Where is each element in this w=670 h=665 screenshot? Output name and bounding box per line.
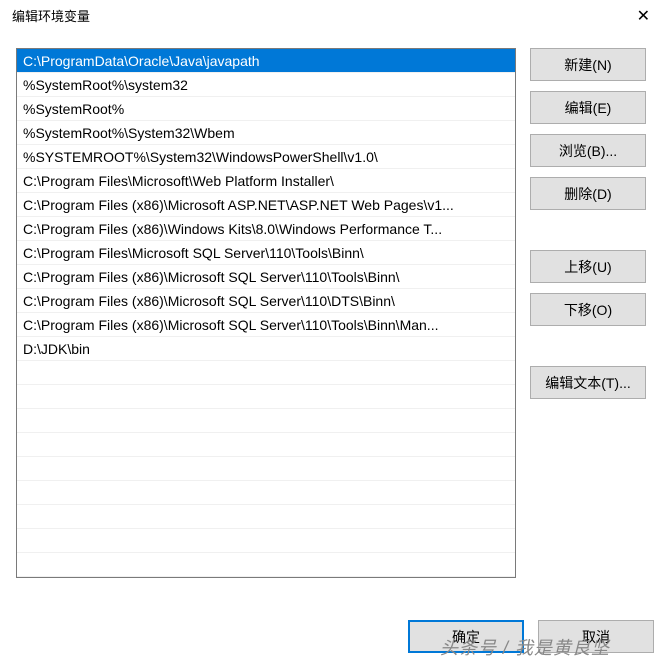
edit-text-button[interactable]: 编辑文本(T)... (530, 366, 646, 399)
list-item[interactable]: C:\Program Files (x86)\Windows Kits\8.0\… (17, 217, 515, 241)
list-item (17, 409, 515, 433)
dialog-footer: 确定 取消 (408, 620, 654, 653)
ok-button[interactable]: 确定 (408, 620, 524, 653)
window-title: 编辑环境变量 (12, 6, 90, 25)
titlebar: 编辑环境变量 ✕ (0, 0, 670, 32)
spacer (530, 336, 646, 356)
button-sidebar: 新建(N) 编辑(E) 浏览(B)... 删除(D) 上移(U) 下移(O) 编… (530, 48, 646, 578)
list-item (17, 481, 515, 505)
delete-button[interactable]: 删除(D) (530, 177, 646, 210)
list-item[interactable]: C:\Program Files (x86)\Microsoft SQL Ser… (17, 265, 515, 289)
new-button[interactable]: 新建(N) (530, 48, 646, 81)
close-icon[interactable]: ✕ (629, 4, 658, 28)
list-item[interactable]: %SystemRoot%\system32 (17, 73, 515, 97)
browse-button[interactable]: 浏览(B)... (530, 134, 646, 167)
dialog-content: C:\ProgramData\Oracle\Java\javapath%Syst… (0, 32, 670, 586)
list-item[interactable]: C:\ProgramData\Oracle\Java\javapath (17, 49, 515, 73)
list-item[interactable]: %SystemRoot%\System32\Wbem (17, 121, 515, 145)
list-item[interactable]: %SystemRoot% (17, 97, 515, 121)
move-up-button[interactable]: 上移(U) (530, 250, 646, 283)
list-item (17, 385, 515, 409)
list-item[interactable]: C:\Program Files (x86)\Microsoft ASP.NET… (17, 193, 515, 217)
list-item (17, 361, 515, 385)
list-item (17, 505, 515, 529)
list-item (17, 433, 515, 457)
list-item (17, 529, 515, 553)
spacer (530, 220, 646, 240)
list-item[interactable]: C:\Program Files (x86)\Microsoft SQL Ser… (17, 289, 515, 313)
list-item[interactable]: C:\Program Files\Microsoft\Web Platform … (17, 169, 515, 193)
list-item[interactable]: C:\Program Files (x86)\Microsoft SQL Ser… (17, 313, 515, 337)
list-item (17, 457, 515, 481)
list-item[interactable]: %SYSTEMROOT%\System32\WindowsPowerShell\… (17, 145, 515, 169)
path-listbox[interactable]: C:\ProgramData\Oracle\Java\javapath%Syst… (16, 48, 516, 578)
cancel-button[interactable]: 取消 (538, 620, 654, 653)
move-down-button[interactable]: 下移(O) (530, 293, 646, 326)
list-item (17, 553, 515, 577)
edit-button[interactable]: 编辑(E) (530, 91, 646, 124)
list-item[interactable]: D:\JDK\bin (17, 337, 515, 361)
list-item[interactable]: C:\Program Files\Microsoft SQL Server\11… (17, 241, 515, 265)
